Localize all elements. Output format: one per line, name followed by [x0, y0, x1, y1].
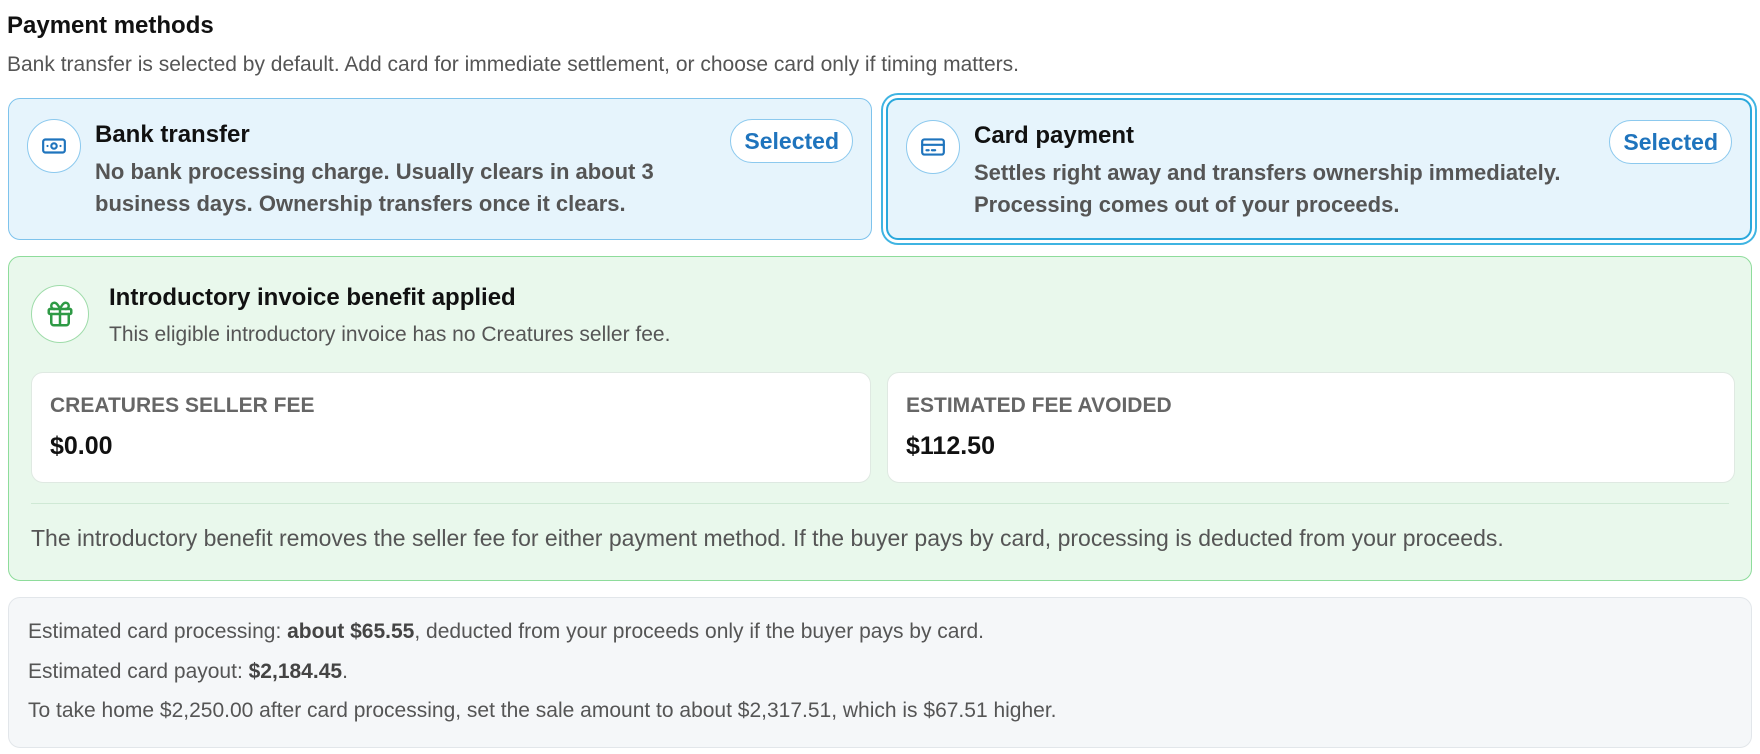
gift-icon	[31, 285, 89, 343]
introductory-benefit-panel: Introductory invoice benefit applied Thi…	[8, 256, 1752, 581]
benefit-title: Introductory invoice benefit applied	[109, 284, 516, 311]
section-title: Payment methods	[7, 12, 214, 39]
bank-transfer-description: No bank processing charge. Usually clear…	[95, 159, 654, 216]
seller-fee-label: CREATURES SELLER FEE	[50, 394, 315, 417]
fee-avoided-label: ESTIMATED FEE AVOIDED	[906, 394, 1172, 417]
card-payout-estimate: Estimated card payout: $2,184.45.	[28, 660, 348, 684]
bank-transfer-option[interactable]: Bank transfer No bank processing charge.…	[8, 98, 872, 240]
processing-suffix: , deducted from your proceeds only if th…	[414, 620, 984, 643]
card-payment-option[interactable]: Card payment Settles right away and tran…	[886, 98, 1752, 240]
bank-transfer-selected-badge: Selected	[730, 119, 853, 163]
banknote-icon	[27, 119, 81, 173]
card-payment-description: Settles right away and transfers ownersh…	[974, 160, 1561, 217]
benefit-divider	[31, 503, 1729, 504]
bank-transfer-title: Bank transfer	[95, 121, 250, 148]
seller-fee-value: $0.00	[50, 432, 113, 460]
payout-prefix: Estimated card payout:	[28, 660, 249, 683]
section-description: Bank transfer is selected by default. Ad…	[7, 53, 1019, 76]
payout-suffix: .	[342, 660, 348, 683]
processing-amount: about $65.55	[287, 620, 415, 643]
card-payment-selected-badge: Selected	[1609, 120, 1732, 164]
card-payment-title: Card payment	[974, 122, 1135, 149]
fee-avoided-stat: ESTIMATED FEE AVOIDED $112.50	[887, 372, 1735, 483]
card-estimate-summary: Estimated card processing: about $65.55,…	[8, 597, 1752, 748]
fee-avoided-value: $112.50	[906, 432, 995, 460]
seller-fee-stat: CREATURES SELLER FEE $0.00	[31, 372, 871, 483]
credit-card-icon	[906, 120, 960, 174]
card-processing-estimate: Estimated card processing: about $65.55,…	[28, 620, 984, 644]
benefit-note: The introductory benefit removes the sel…	[31, 525, 1504, 551]
payout-amount: $2,184.45	[248, 660, 343, 683]
benefit-description: This eligible introductory invoice has n…	[109, 323, 671, 346]
take-home-guidance: To take home $2,250.00 after card proces…	[28, 699, 1057, 722]
processing-prefix: Estimated card processing:	[28, 620, 288, 643]
